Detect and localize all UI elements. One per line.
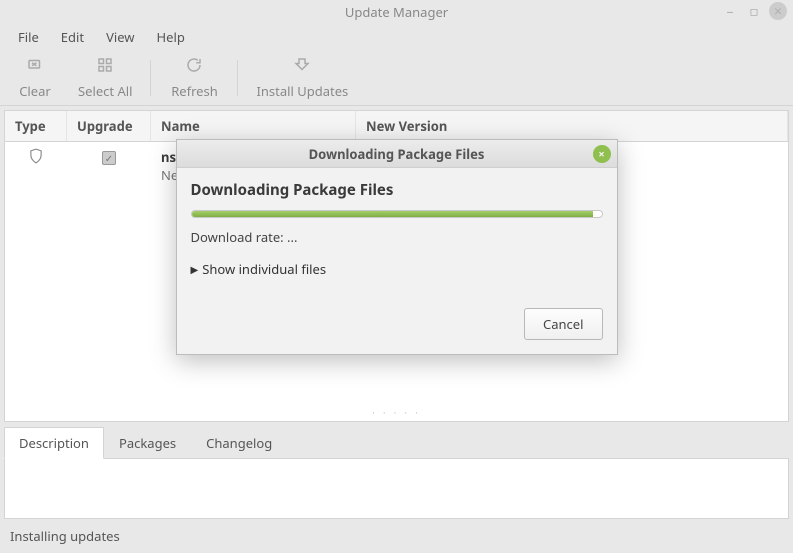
- dialog-title: Downloading Package Files: [177, 145, 617, 163]
- cancel-button[interactable]: Cancel: [524, 308, 602, 340]
- dialog-close-icon[interactable]: ×: [593, 145, 611, 163]
- download-dialog: Downloading Package Files × Downloading …: [176, 139, 618, 355]
- download-rate-label: Download rate: ...: [191, 228, 603, 246]
- dialog-titlebar[interactable]: Downloading Package Files ×: [177, 140, 617, 168]
- show-files-expander[interactable]: ▶ Show individual files: [191, 260, 603, 278]
- progress-bar-fill: [192, 211, 594, 217]
- dialog-body: Downloading Package Files Download rate:…: [177, 168, 617, 354]
- dialog-heading: Downloading Package Files: [191, 180, 603, 200]
- expander-triangle-icon: ▶: [191, 262, 199, 276]
- modal-overlay: Downloading Package Files × Downloading …: [0, 0, 793, 549]
- progress-bar: [191, 210, 603, 218]
- expander-label: Show individual files: [202, 260, 326, 278]
- dialog-actions: Cancel: [191, 308, 603, 340]
